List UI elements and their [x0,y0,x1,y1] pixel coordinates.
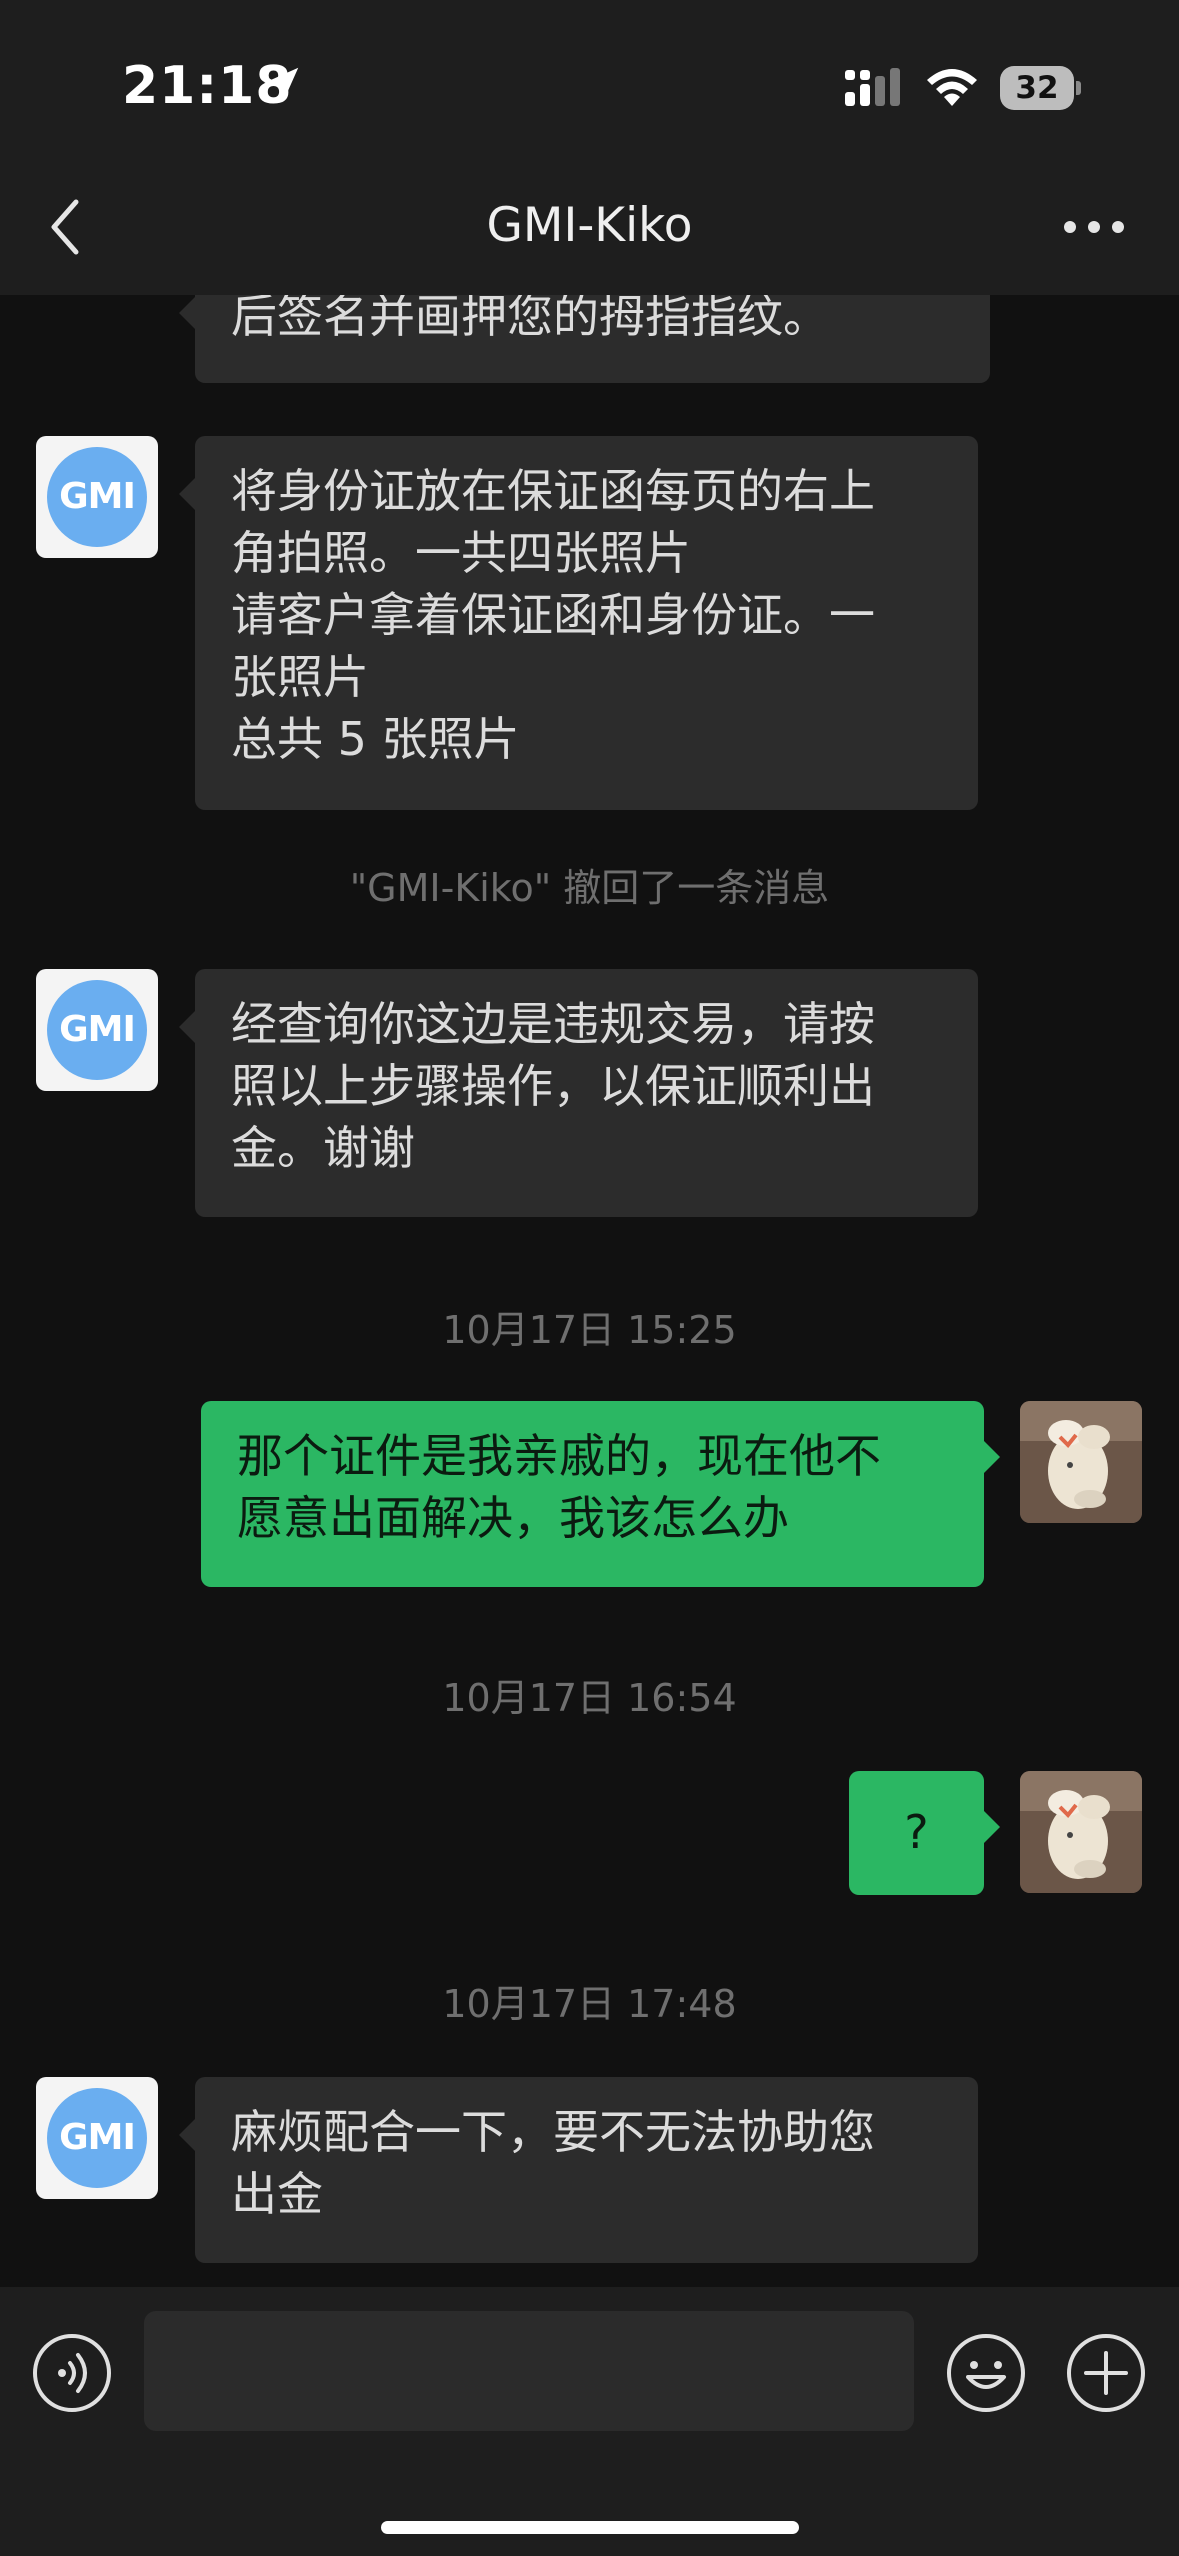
incoming-message[interactable]: 后签名并画押您的拇指指纹。 [179,295,990,383]
battery-indicator: 32 [1000,66,1081,110]
header: 21:18 32 GMI-Kiko [0,0,1179,295]
message-line: ? [904,1805,929,1859]
gmi-logo: GMI [47,2088,147,2188]
incoming-message[interactable]: 将身份证放在保证函每页的右上 角拍照。一共四张照片 请客户拿着保证函和身份证。一… [179,436,978,810]
cellular-signal-icon [845,68,900,106]
user-avatar[interactable] [1020,1771,1142,1893]
plus-icon[interactable] [1066,2333,1146,2413]
incoming-message[interactable]: 麻烦配合一下，要不无法协助您 出金 [179,2077,978,2263]
location-arrow-icon [263,67,299,103]
message-line: 后签名并画押您的拇指指纹。 [231,295,829,343]
message-list[interactable]: 后签名并画押您的拇指指纹。 GMI 将身份证放在保证函每页的右上 角拍照。一共四… [0,295,1179,2287]
gmi-logo: GMI [47,447,147,547]
wifi-icon [927,69,977,106]
contact-avatar[interactable]: GMI [36,2077,158,2199]
message-line: 经查询你这边是违规交易，请按 [231,997,875,1051]
timestamp: 10月17日 16:54 [442,1676,737,1720]
message-input[interactable] [144,2311,914,2431]
message-line: 出金 [231,2167,323,2221]
voice-icon[interactable] [32,2333,112,2413]
plush-toy-avatar-icon [1020,1771,1142,1893]
emoji-icon[interactable] [946,2333,1026,2413]
message-line: 请客户拿着保证函和身份证。一 [231,588,875,642]
timestamp: 10月17日 15:25 [442,1308,737,1352]
message-line: 金。谢谢 [231,1121,415,1175]
contact-avatar[interactable]: GMI [36,969,158,1091]
message-line: 总共 5 张照片 [231,712,520,766]
message-line: 将身份证放在保证函每页的右上 [231,464,875,518]
input-bar [0,2287,1179,2556]
recall-notice: "GMI-Kiko" 撤回了一条消息 [349,866,830,910]
user-avatar[interactable] [1020,1401,1142,1523]
gmi-logo: GMI [47,980,147,1080]
timestamp: 10月17日 17:48 [442,1982,737,2026]
message-line: 那个证件是我亲戚的，现在他不 [237,1429,881,1483]
home-indicator[interactable] [381,2521,799,2534]
message-line: 照以上步骤操作，以保证顺利出 [231,1059,875,1113]
incoming-message[interactable]: 经查询你这边是违规交易，请按 照以上步骤操作，以保证顺利出 金。谢谢 [179,969,978,1217]
plush-toy-avatar-icon [1020,1401,1142,1523]
outgoing-message[interactable]: 那个证件是我亲戚的，现在他不 愿意出面解决，我该怎么办 [201,1401,1000,1587]
outgoing-message[interactable]: ? [849,1771,1000,1895]
message-line: 角拍照。一共四张照片 [231,526,691,580]
message-line: 麻烦配合一下，要不无法协助您 [231,2105,875,2159]
message-line: 愿意出面解决，我该怎么办 [237,1491,789,1545]
chat-title: GMI-Kiko [486,198,693,253]
message-line: 张照片 [231,650,369,704]
more-dots-icon[interactable] [1062,212,1126,242]
battery-level: 32 [1015,70,1059,106]
contact-avatar[interactable]: GMI [36,436,158,558]
